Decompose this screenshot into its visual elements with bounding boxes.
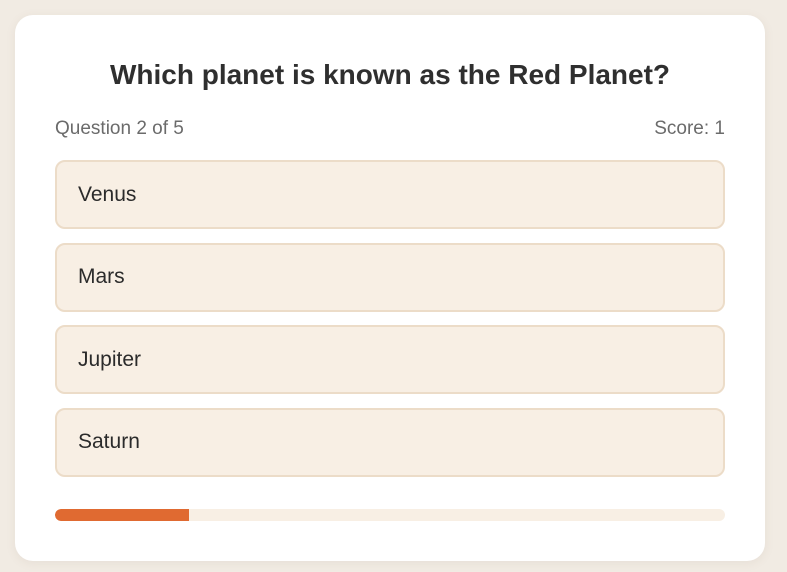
progress-bar-fill	[55, 509, 189, 521]
score-display: Score: 1	[654, 118, 725, 139]
answer-option-label: Mars	[78, 265, 125, 288]
quiz-card: Which planet is known as the Red Planet?…	[15, 15, 765, 561]
answer-option-label: Saturn	[78, 430, 140, 453]
answer-option-label: Venus	[78, 182, 137, 206]
question-title: Which planet is known as the Red Planet?	[109, 59, 671, 90]
question-counter: Question 2 of 5	[55, 118, 184, 139]
answer-option-label: Jupiter	[78, 347, 142, 371]
answer-option-jupiter[interactable]: Jupiter	[55, 325, 725, 394]
quiz-meta: Question 2 of 5 Score: 1	[55, 117, 725, 141]
answer-option-venus[interactable]: Venus	[55, 160, 725, 229]
progress-bar	[55, 509, 725, 521]
answer-option-mars[interactable]: Mars	[55, 242, 725, 312]
answer-option-saturn[interactable]: Saturn	[55, 407, 725, 477]
answer-options: Venus Mars Jupiter Saturn	[55, 160, 725, 490]
